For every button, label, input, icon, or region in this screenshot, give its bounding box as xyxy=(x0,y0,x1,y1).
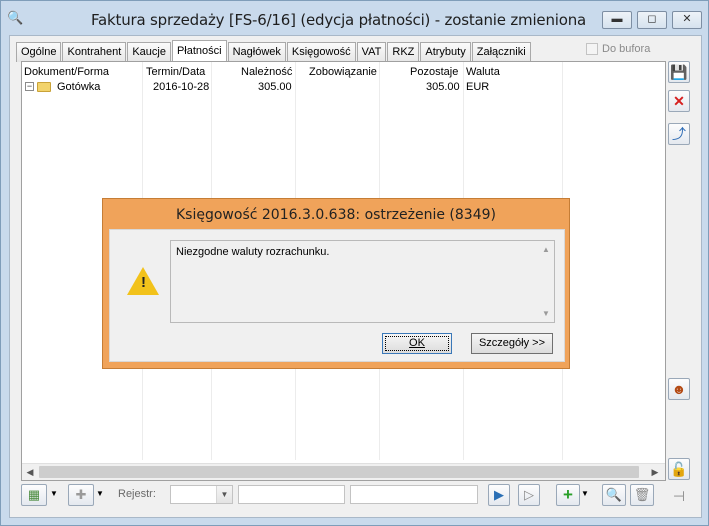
close-button[interactable]: ✕ xyxy=(672,11,702,29)
tab-atrybuty[interactable]: Atrybuty xyxy=(420,42,471,62)
dialog-body: ! Niezgodne waluty rozrachunku. ▲ ▼ OK S… xyxy=(109,229,565,362)
column-header-dokument[interactable]: Dokument/Forma xyxy=(24,66,109,78)
rejestr-name-field[interactable] xyxy=(350,485,478,504)
save-icon: 💾 xyxy=(670,64,688,80)
chevron-down-icon[interactable]: ▼ xyxy=(216,486,232,503)
add-button[interactable]: + xyxy=(556,484,580,506)
chevron-down-icon: ▼ xyxy=(96,489,104,498)
trash-icon: 🗑 xyxy=(633,487,651,502)
scroll-thumb[interactable] xyxy=(39,466,639,478)
pin-icon: ⊣ xyxy=(672,488,686,504)
exclamation-mark: ! xyxy=(141,274,146,291)
cell-pozostaje: 305.00 xyxy=(426,81,460,93)
minimize-button[interactable]: ▬ xyxy=(602,11,632,29)
invoice-window: 🔍 Faktura sprzedaży [FS-6/16] (edycja pł… xyxy=(0,0,709,526)
scroll-down-icon[interactable]: ▼ xyxy=(540,309,552,318)
title-bar[interactable]: 🔍 Faktura sprzedaży [FS-6/16] (edycja pł… xyxy=(1,1,708,35)
remove-link-button[interactable]: ▷ xyxy=(518,484,540,506)
payment-icon: ▦ xyxy=(27,487,41,502)
message-scrollbar[interactable]: ▲ ▼ xyxy=(540,243,552,320)
checkbox-box[interactable] xyxy=(586,43,598,55)
tab-kaucje[interactable]: Kaucje xyxy=(127,42,171,62)
horizontal-scrollbar[interactable]: ◀ ▶ xyxy=(22,463,665,480)
tab-zalaczniki[interactable]: Załączniki xyxy=(471,42,531,62)
dialog-message: Niezgodne waluty rozrachunku. xyxy=(176,246,330,258)
cell-dokument: Gotówka xyxy=(57,81,101,93)
cell-termin: 2016-10-28 xyxy=(153,81,210,93)
save-button[interactable]: 💾 xyxy=(668,61,690,83)
tab-ogolne[interactable]: Ogólne xyxy=(16,42,62,62)
import-icon: ▶ xyxy=(494,487,504,502)
rejestr-label: Rejestr: xyxy=(118,488,156,500)
cell-waluta: EUR xyxy=(466,81,490,93)
search-icon: 🔍 xyxy=(605,487,623,502)
search-button[interactable]: 🔍 xyxy=(602,484,626,506)
rejestr-select[interactable]: ▼ xyxy=(170,485,233,504)
folder-icon xyxy=(37,82,51,92)
maximize-button[interactable]: ◻ xyxy=(637,11,667,29)
details-button[interactable]: Szczegóły >> xyxy=(471,333,553,354)
chevron-down-icon: ▼ xyxy=(581,489,589,498)
table-header: Dokument/Forma Termin/Data Należność Zob… xyxy=(22,62,665,79)
column-header-zobowiazanie[interactable]: Zobowiązanie xyxy=(309,66,377,78)
scroll-left-icon[interactable]: ◀ xyxy=(25,467,35,477)
add-icon: ✚ xyxy=(75,487,87,502)
lock-button[interactable]: 🔓 xyxy=(668,458,690,480)
tab-vat[interactable]: VAT xyxy=(356,42,387,62)
table-row[interactable]: − Gotówka 2016-10-28 305.00 305.00 EUR xyxy=(22,81,665,95)
tab-platnosci[interactable]: Płatności xyxy=(171,40,227,62)
import-button[interactable]: ▶ xyxy=(488,484,510,506)
column-header-pozostaje[interactable]: Pozostaje xyxy=(410,66,458,78)
payment-dropdown[interactable]: ▼ xyxy=(48,484,60,506)
ok-label: OK xyxy=(409,337,425,349)
scroll-up-icon[interactable]: ▲ xyxy=(540,245,552,254)
person-button[interactable]: ☻ xyxy=(668,378,690,400)
add-options-dropdown[interactable]: ▼ xyxy=(580,484,590,506)
delete-button[interactable]: 🗑 xyxy=(630,484,654,506)
add-dropdown[interactable]: ▼ xyxy=(94,484,106,506)
export-icon: ⤴ xyxy=(672,126,686,142)
export-button[interactable]: ⤴ xyxy=(668,123,690,145)
scroll-right-icon[interactable]: ▶ xyxy=(650,467,660,477)
tab-strip: Ogólne Kontrahent Kaucje Płatności Nagłó… xyxy=(16,40,532,62)
plus-icon: + xyxy=(563,485,573,504)
cancel-icon: ✕ xyxy=(673,93,685,109)
column-header-termin[interactable]: Termin/Data xyxy=(146,66,205,78)
collapse-icon[interactable]: − xyxy=(25,82,34,91)
window-title: Faktura sprzedaży [FS-6/16] (edycja płat… xyxy=(91,11,587,29)
column-header-naleznosc[interactable]: Należność xyxy=(241,66,292,78)
do-bufora-label: Do bufora xyxy=(602,43,651,55)
message-box[interactable]: Niezgodne waluty rozrachunku. ▲ ▼ xyxy=(170,240,555,323)
tab-ksiegowosc[interactable]: Księgowość xyxy=(286,42,356,62)
ok-button[interactable]: OK xyxy=(382,333,452,354)
payment-button[interactable]: ▦ xyxy=(21,484,47,506)
lock-icon: 🔓 xyxy=(670,461,688,477)
column-header-waluta[interactable]: Waluta xyxy=(466,66,500,78)
do-bufora-checkbox[interactable]: Do bufora xyxy=(586,43,650,55)
chevron-down-icon: ▼ xyxy=(50,489,58,498)
magnifier-icon[interactable]: 🔍 xyxy=(7,10,23,25)
unlink-icon: ▷ xyxy=(524,487,534,502)
person-icon: ☻ xyxy=(671,381,687,397)
add-document-button[interactable]: ✚ xyxy=(68,484,94,506)
cancel-button[interactable]: ✕ xyxy=(668,90,690,112)
tab-kontrahent[interactable]: Kontrahent xyxy=(62,42,127,62)
warning-dialog: Księgowość 2016.3.0.638: ostrzeżenie (83… xyxy=(102,198,570,369)
tab-rkz[interactable]: RKZ xyxy=(387,42,420,62)
cell-naleznosc: 305.00 xyxy=(258,81,292,93)
pin-button[interactable]: ⊣ xyxy=(668,486,690,508)
dialog-title: Księgowość 2016.3.0.638: ostrzeżenie (83… xyxy=(176,207,496,223)
tab-naglowek[interactable]: Nagłówek xyxy=(227,42,286,62)
rejestr-code-field[interactable] xyxy=(238,485,345,504)
